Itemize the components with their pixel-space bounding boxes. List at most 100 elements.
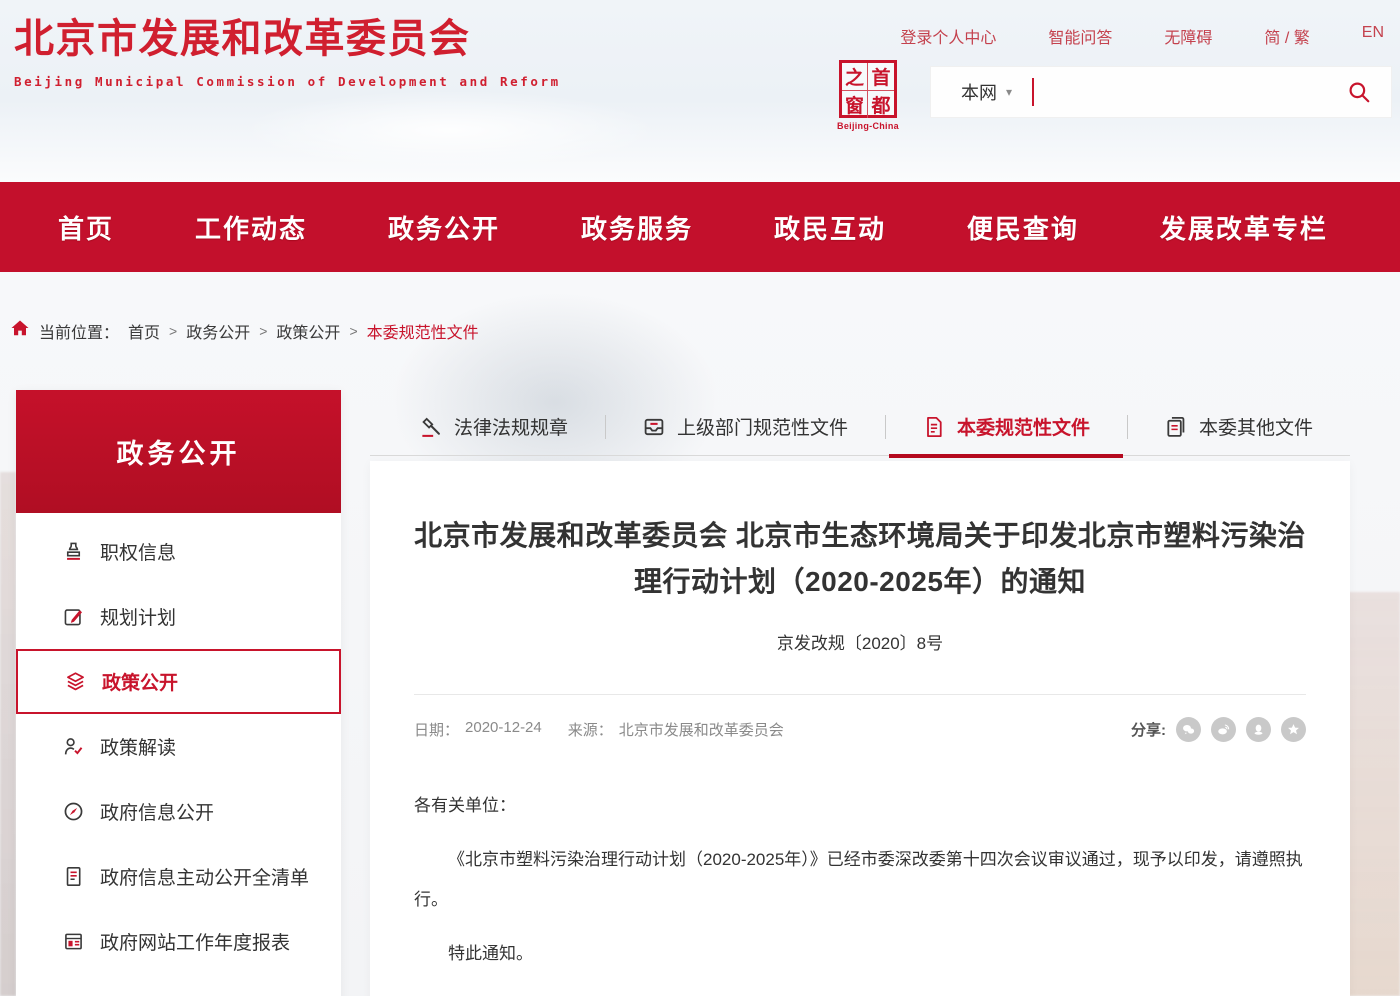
article-source: 北京市发展和改革委员会	[619, 719, 784, 740]
seal-char: 都	[868, 91, 894, 118]
article-title: 北京市发展和改革委员会 北京市生态环境局关于印发北京市塑料污染治理行动计划（20…	[414, 513, 1306, 605]
person-check-icon	[62, 735, 85, 758]
breadcrumb-separator: >	[259, 323, 267, 339]
sidebar-item-decision-directory[interactable]: 决策目录	[16, 974, 341, 996]
seal-char: 之	[842, 63, 868, 91]
qq-share-icon[interactable]	[1246, 717, 1271, 742]
sidebar-item-proactive-disclosure-list[interactable]: 政府信息主动公开全清单	[16, 844, 341, 909]
main-content: 法律法规规章 上级部门规范性文件 本委规范性文件	[370, 398, 1350, 996]
sidebar-item-planning[interactable]: 规划计划	[16, 584, 341, 649]
home-icon[interactable]	[10, 318, 30, 343]
nav-item-interaction[interactable]: 政民互动	[774, 209, 886, 246]
sidebar-item-label: 政策解读	[100, 733, 176, 760]
site-logo[interactable]: 北京市发展和改革委员会 Beijing Municipal Commission…	[14, 16, 561, 89]
sidebar-item-label: 规划计划	[100, 603, 176, 630]
tab-label: 法律法规规章	[454, 413, 568, 440]
document-category-tabs: 法律法规规章 上级部门规范性文件 本委规范性文件	[370, 398, 1350, 456]
share-bar: 分享:	[1131, 717, 1306, 742]
article-date: 2020-12-24	[465, 719, 542, 740]
compass-icon	[62, 800, 85, 823]
top-utility-links: 登录个人中心 智能问答 无障碍 简 / 繁 EN	[900, 24, 1384, 48]
sidebar-item-policy-interpretation[interactable]: 政策解读	[16, 714, 341, 779]
sidebar: 政务公开 职权信息 规划计划	[16, 390, 341, 996]
simplified-traditional-link[interactable]: 简 / 繁	[1264, 24, 1309, 48]
edit-icon	[62, 605, 85, 628]
site-title: 北京市发展和改革委员会	[14, 16, 561, 62]
tab-laws-regulations[interactable]: 法律法规规章	[382, 398, 605, 455]
doc-list-icon	[62, 865, 85, 888]
source-label: 来源：	[568, 719, 613, 740]
breadcrumb-label: 当前位置：	[39, 319, 119, 343]
sidebar-menu: 职权信息 规划计划 政策公开	[16, 513, 341, 996]
nav-item-work-updates[interactable]: 工作动态	[195, 209, 307, 246]
breadcrumb-policy-disclosure[interactable]: 政策公开	[276, 319, 340, 343]
nav-item-gov-disclosure[interactable]: 政务公开	[388, 209, 500, 246]
chevron-down-icon[interactable]: ▾	[1006, 85, 1012, 99]
search-input[interactable]	[1034, 67, 1347, 117]
gavel-icon	[419, 415, 443, 439]
sidebar-item-website-annual-report[interactable]: 政府网站工作年度报表	[16, 909, 341, 974]
sidebar-title: 政务公开	[16, 390, 341, 513]
tab-label: 本委规范性文件	[957, 413, 1090, 440]
english-link[interactable]: EN	[1362, 24, 1384, 48]
inbox-icon	[642, 415, 666, 439]
nav-item-convenience-query[interactable]: 便民查询	[967, 209, 1079, 246]
article-paragraph: 特此通知。	[414, 934, 1306, 974]
nav-item-home[interactable]: 首页	[58, 209, 114, 246]
breadcrumb-separator: >	[169, 323, 177, 339]
seal-char: 窗	[842, 91, 868, 118]
layers-icon	[64, 670, 87, 693]
watermark-architecture-left	[0, 472, 16, 996]
login-link[interactable]: 登录个人中心	[900, 24, 996, 48]
site-header: 北京市发展和改革委员会 Beijing Municipal Commission…	[0, 0, 1400, 182]
seal-caption: Beijing-China	[836, 121, 900, 131]
article-salutation: 各有关单位：	[414, 786, 1306, 826]
file-copy-icon	[1164, 415, 1188, 439]
stamp-icon	[62, 540, 85, 563]
report-icon	[62, 930, 85, 953]
wechat-share-icon[interactable]	[1176, 717, 1201, 742]
weibo-share-icon[interactable]	[1211, 717, 1236, 742]
breadcrumb-separator: >	[349, 323, 357, 339]
main-navigation: 首页 工作动态 政务公开 政务服务 政民互动 便民查询 发展改革专栏	[0, 182, 1400, 272]
breadcrumb-current: 本委规范性文件	[367, 319, 479, 343]
search-icon[interactable]	[1347, 80, 1371, 104]
tab-commission-other-documents[interactable]: 本委其他文件	[1127, 398, 1350, 455]
tab-label: 本委其他文件	[1199, 413, 1313, 440]
article-body: 各有关单位： 《北京市塑料污染治理行动计划（2020-2025年）》已经市委深改…	[414, 786, 1306, 996]
document-red-icon	[922, 415, 946, 439]
accessibility-link[interactable]: 无障碍	[1164, 24, 1212, 48]
site-subtitle: Beijing Municipal Commission of Developm…	[14, 74, 561, 89]
sidebar-item-label: 政策公开	[102, 668, 178, 695]
tab-superior-normative-documents[interactable]: 上级部门规范性文件	[605, 398, 885, 455]
breadcrumb: 当前位置： 首页 > 政务公开 > 政策公开 > 本委规范性文件	[10, 318, 479, 343]
article-panel: 北京市发展和改革委员会 北京市生态环境局关于印发北京市塑料污染治理行动计划（20…	[370, 461, 1350, 996]
site-search: 本网 ▾	[930, 66, 1392, 118]
seal-icon: 之 首 窗 都	[839, 60, 897, 118]
sidebar-item-label: 政府信息公开	[100, 798, 214, 825]
tab-label: 上级部门规范性文件	[677, 413, 848, 440]
sidebar-item-label: 政府网站工作年度报表	[100, 928, 290, 955]
sidebar-item-policy-disclosure[interactable]: 政策公开	[16, 649, 341, 714]
sidebar-item-gov-info-disclosure[interactable]: 政府信息公开	[16, 779, 341, 844]
star-share-icon[interactable]	[1281, 717, 1306, 742]
breadcrumb-home[interactable]: 首页	[128, 319, 160, 343]
seal-char: 首	[868, 63, 894, 91]
smart-qa-link[interactable]: 智能问答	[1048, 24, 1112, 48]
breadcrumb-gov-disclosure[interactable]: 政务公开	[186, 319, 250, 343]
article-meta-row: 日期： 2020-12-24 来源： 北京市发展和改革委员会 分享:	[414, 694, 1306, 742]
sidebar-item-authority-info[interactable]: 职权信息	[16, 519, 341, 584]
article-paragraph: 《北京市塑料污染治理行动计划（2020-2025年）》已经市委深改委第十四次会议…	[414, 840, 1306, 920]
search-scope-select[interactable]: 本网	[961, 79, 997, 105]
nav-item-reform-column[interactable]: 发展改革专栏	[1160, 209, 1328, 246]
document-number: 京发改规〔2020〕8号	[414, 629, 1306, 654]
article-meta: 日期： 2020-12-24 来源： 北京市发展和改革委员会	[414, 719, 784, 740]
nav-item-gov-services[interactable]: 政务服务	[581, 209, 693, 246]
watermark-architecture-right	[1342, 592, 1400, 996]
date-label: 日期：	[414, 719, 459, 740]
tab-commission-normative-documents[interactable]: 本委规范性文件	[885, 398, 1127, 455]
sidebar-item-label: 职权信息	[100, 538, 176, 565]
sidebar-item-label: 政府信息主动公开全清单	[100, 863, 309, 890]
beijing-china-seal-logo[interactable]: 之 首 窗 都 Beijing-China	[836, 60, 900, 131]
share-label: 分享:	[1131, 719, 1166, 740]
